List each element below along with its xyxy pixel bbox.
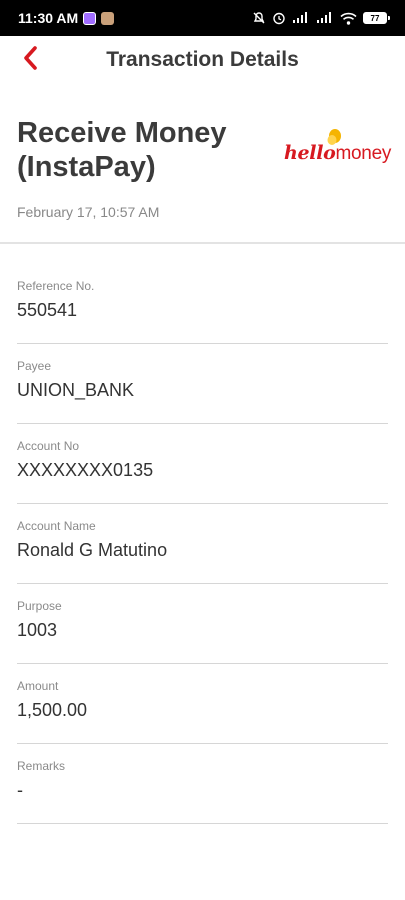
field-value: Ronald G Matutino	[17, 540, 168, 560]
field-value: UNION_BANK	[17, 380, 135, 400]
field-account-no: Account No XXXXXXXX0135	[17, 424, 388, 504]
field-label: Amount	[17, 679, 59, 693]
field-value: XXXXXXXX0135	[17, 460, 154, 480]
mute-icon	[252, 11, 266, 25]
signal-icon	[316, 12, 334, 24]
status-bar-right: 77	[252, 11, 390, 25]
photo-icon	[101, 11, 115, 25]
field-account-name: Account Name Ronald G Matutino	[17, 504, 388, 584]
wifi-icon	[340, 12, 357, 25]
field-label: Purpose	[17, 599, 62, 613]
transaction-summary: Receive Money (InstaPay) hellomoney Febr…	[0, 100, 405, 244]
transaction-date: February 17, 10:57 AM	[17, 204, 160, 220]
field-label: Reference No.	[17, 279, 95, 293]
app-header: Transaction Details	[0, 36, 405, 86]
status-time: 11:30 AM	[18, 10, 79, 26]
transaction-details: Reference No. 550541 Payee UNION_BANK Ac…	[17, 264, 388, 824]
field-label: Account No	[17, 439, 80, 453]
field-label: Remarks	[17, 759, 66, 773]
logo-text-money: money	[335, 143, 392, 164]
alarm-icon	[272, 11, 286, 25]
status-bar-left: 11:30 AM	[18, 10, 115, 26]
field-remarks: Remarks -	[17, 744, 388, 824]
messenger-icon	[83, 11, 97, 25]
status-bar: 11:30 AM 77	[0, 0, 405, 36]
field-amount: Amount 1,500.00	[17, 664, 388, 744]
field-value: 550541	[17, 300, 78, 320]
field-label: Account Name	[17, 519, 96, 533]
signal-icon	[292, 12, 310, 24]
field-purpose: Purpose 1003	[17, 584, 388, 664]
field-value: -	[17, 780, 23, 800]
logo-text-hello: hello	[284, 142, 336, 164]
logo-text: hellomoney	[284, 142, 391, 165]
field-value: 1003	[17, 620, 58, 640]
battery-icon: 77	[363, 12, 390, 24]
page-title: Transaction Details	[106, 48, 299, 71]
field-value: 1,500.00	[17, 700, 88, 720]
field-reference-no: Reference No. 550541	[17, 264, 388, 344]
field-payee: Payee UNION_BANK	[17, 344, 388, 424]
transaction-type: Receive Money (InstaPay)	[17, 117, 227, 183]
field-label: Payee	[17, 359, 52, 373]
hellomoney-logo: hellomoney	[284, 128, 394, 172]
